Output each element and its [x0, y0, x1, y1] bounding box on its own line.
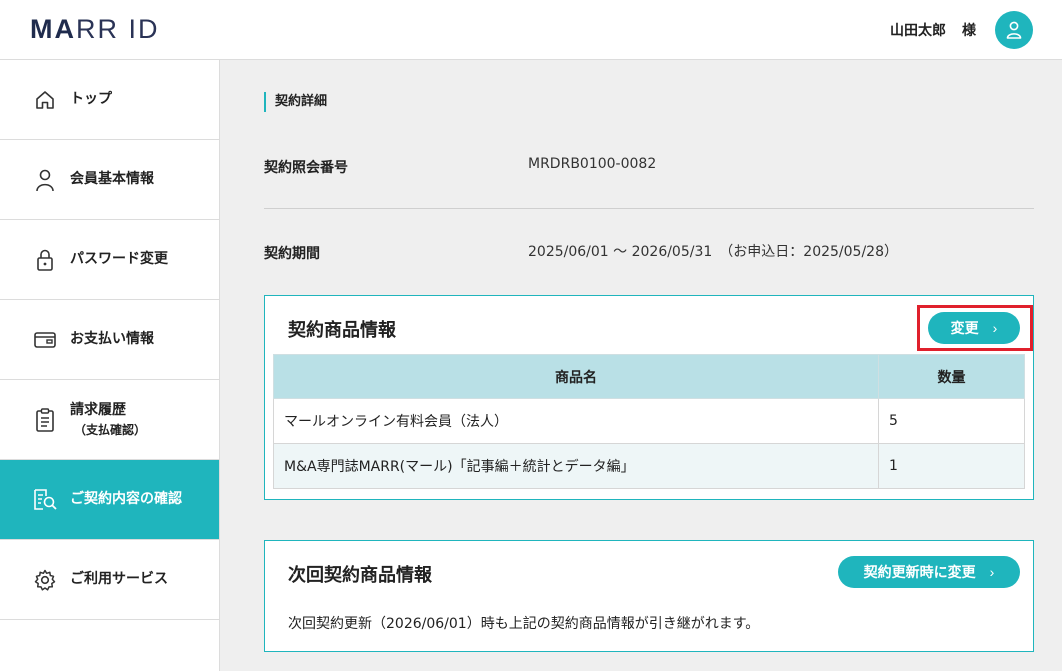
sidebar-item-sub-label: （支払確認） [74, 423, 147, 438]
product-qty-cell: 1 [878, 443, 1025, 489]
lock-icon [32, 247, 58, 273]
user-name: 山田太郎 [890, 23, 946, 39]
divider [264, 208, 1034, 209]
change-button-label: 変更 [950, 320, 979, 336]
section-title: 契約詳細 [264, 92, 327, 112]
avatar[interactable] [995, 11, 1033, 49]
column-header-qty: 数量 [878, 354, 1025, 399]
main-content: 契約詳細 契約照会番号 MRDRB0100-0082 契約期間 2025/06/… [220, 60, 1062, 671]
document-search-icon [32, 487, 58, 513]
person-icon [32, 167, 58, 193]
user-icon [1006, 21, 1022, 39]
table-row: M&A専門誌MARR(マール)「記事編＋統計とデータ編」 1 [273, 443, 1025, 489]
sidebar-item-services[interactable]: ご利用サービス [0, 540, 219, 620]
column-header-product: 商品名 [273, 354, 879, 399]
sidebar-item-label: 会員基本情報 [70, 171, 154, 188]
sidebar-item-label: ご契約内容の確認 [70, 491, 182, 508]
sidebar-item-label: 請求履歴 （支払確認） [70, 399, 146, 441]
chevron-right-icon: › [992, 320, 998, 336]
top-header: MARR ID 山田太郎 様 [0, 0, 1062, 60]
table-header-row: 商品名 数量 [273, 354, 1025, 399]
product-qty-cell: 5 [878, 398, 1025, 444]
contract-ref-value: MRDRB0100-0082 [528, 156, 657, 172]
table-row: マールオンライン有料会員（法人） 5 [273, 398, 1025, 444]
logo-strong-text: MA [30, 14, 76, 44]
contract-ref-label: 契約照会番号 [264, 160, 348, 176]
change-on-renewal-label: 契約更新時に変更 [863, 564, 976, 580]
product-name-cell: マールオンライン有料会員（法人） [273, 398, 879, 444]
change-on-renewal-button[interactable]: 契約更新時に変更 › [838, 556, 1020, 588]
clipboard-icon [32, 407, 58, 433]
home-icon [32, 87, 58, 113]
user-honorific: 様 [962, 23, 976, 39]
next-product-info-card: 次回契約商品情報 契約更新時に変更 › 次回契約更新（2026/06/01）時も… [264, 540, 1034, 652]
sidebar-item-label: トップ [70, 91, 112, 108]
logo-rest-text: RR ID [76, 14, 160, 44]
contract-period-label: 契約期間 [264, 246, 320, 262]
product-name-cell: M&A専門誌MARR(マール)「記事編＋統計とデータ編」 [273, 443, 879, 489]
sidebar-nav: トップ 会員基本情報 パスワード変更 お支払い情報 請求履歴 （支払確認） ご契… [0, 60, 220, 671]
sidebar-item-label: パスワード変更 [70, 251, 168, 268]
sidebar-item-top[interactable]: トップ [0, 60, 219, 140]
renewal-note: 次回契約更新（2026/06/01）時も上記の契約商品情報が引き継がれます。 [288, 616, 760, 632]
product-table: 商品名 数量 マールオンライン有料会員（法人） 5 M&A専門誌MARR(マール… [273, 354, 1025, 489]
gear-icon [32, 567, 58, 593]
chevron-right-icon: › [989, 564, 995, 580]
sidebar-item-billing-history[interactable]: 請求履歴 （支払確認） [0, 380, 219, 460]
product-info-card: 契約商品情報 変更 › 商品名 数量 マールオンライン有料会員（法人） 5 M&… [264, 295, 1034, 500]
sidebar-item-member-info[interactable]: 会員基本情報 [0, 140, 219, 220]
sidebar-item-label: お支払い情報 [70, 331, 154, 348]
sidebar-item-password[interactable]: パスワード変更 [0, 220, 219, 300]
sidebar-item-payment[interactable]: お支払い情報 [0, 300, 219, 380]
wallet-icon [32, 327, 58, 353]
product-card-title: 契約商品情報 [288, 320, 396, 341]
sidebar-item-contract[interactable]: ご契約内容の確認 [0, 460, 219, 540]
marr-id-logo[interactable]: MARR ID [30, 14, 160, 45]
sidebar-item-label: ご利用サービス [70, 571, 168, 588]
sidebar-item-main-label: 請求履歴 [70, 401, 126, 418]
change-button[interactable]: 変更 › [928, 312, 1020, 344]
next-card-title: 次回契約商品情報 [288, 565, 432, 586]
contract-period-value: 2025/06/01 〜 2026/05/31 （お申込日：2025/05/28… [528, 244, 898, 260]
